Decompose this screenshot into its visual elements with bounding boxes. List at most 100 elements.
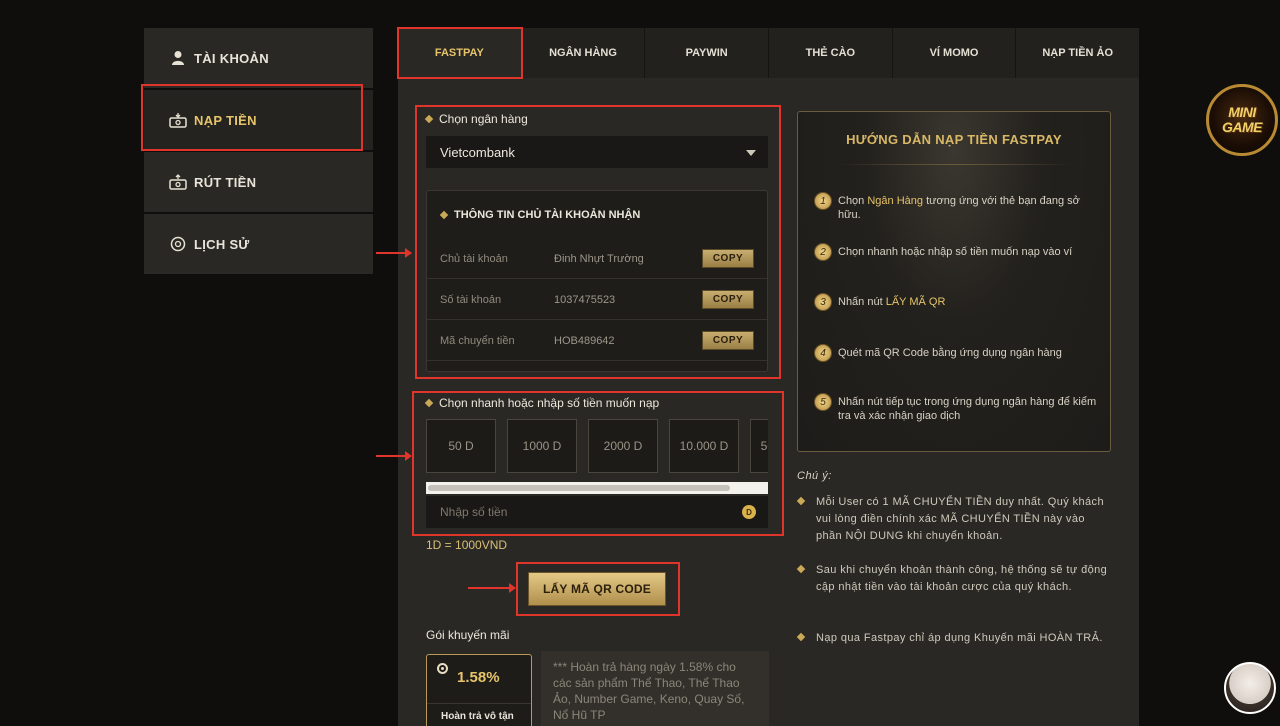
tab-paywin[interactable]: PAYWIN: [645, 28, 770, 78]
tab-virtual[interactable]: NẠP TIỀN ẢO: [1016, 28, 1139, 78]
deposit-icon: [168, 110, 188, 130]
bank-label-text: Chọn ngân hàng: [439, 112, 528, 126]
amount-option[interactable]: 50 D: [426, 419, 496, 473]
arrow-right-icon: [376, 248, 412, 258]
diamond-icon: [439, 210, 449, 220]
tab-fastpay[interactable]: FASTPAY: [398, 28, 522, 78]
guide-step: 1 Chọn Ngân Hàng tương ứng với thẻ bạn đ…: [814, 192, 1104, 222]
payment-tabs: FASTPAY NGÂN HÀNG PAYWIN THẺ CÀO VÍ MOMO…: [398, 28, 1139, 78]
step-number-icon: 1: [814, 192, 832, 210]
amount-option[interactable]: 10.000 D: [669, 419, 739, 473]
sidebar: TÀI KHOẢN NẠP TIỀN RÚT TIỀN LỊCH SỬ: [144, 28, 373, 276]
info-key: Chủ tài khoản: [440, 252, 508, 265]
info-value: HOB489642: [554, 334, 615, 347]
amount-option[interactable]: 1000 D: [507, 419, 577, 473]
note-item: Nạp qua Fastpay chỉ áp dụng Khuyến mãi H…: [796, 630, 1112, 647]
guide-step: 3 Nhấn nút LẤY MÃ QR: [814, 293, 1104, 311]
bank-selected-value: Vietcombank: [440, 144, 515, 160]
bank-select[interactable]: Vietcombank: [426, 136, 768, 168]
deposit-panel: Chọn ngân hàng Vietcombank THÔNG TIN CHỦ…: [398, 78, 1139, 726]
diamond-icon: [424, 398, 434, 408]
tab-momo[interactable]: VÍ MOMO: [893, 28, 1017, 78]
bank-section-label: Chọn ngân hàng: [424, 112, 528, 126]
account-info-title-text: THÔNG TIN CHỦ TÀI KHOẢN NHẬN: [454, 209, 641, 221]
coin-icon: D: [742, 505, 756, 519]
amount-option[interactable]: 2000 D: [588, 419, 658, 473]
user-icon: [168, 48, 188, 68]
sidebar-item-label: NẠP TIỀN: [194, 112, 257, 128]
diamond-icon: [796, 632, 806, 642]
fastpay-guide: HƯỚNG DẪN NẠP TIỀN FASTPAY 1 Chọn Ngân H…: [797, 111, 1111, 452]
withdraw-icon: [168, 172, 188, 192]
promo-label: Gói khuyến mãi: [426, 628, 510, 642]
amount-scrollbar[interactable]: [426, 482, 768, 494]
tab-bank[interactable]: NGÂN HÀNG: [522, 28, 646, 78]
amount-options: 50 D 1000 D 2000 D 10.000 D 50.000 D: [426, 419, 768, 473]
info-row-transfer-code: Mã chuyển tiền HOB489642 COPY: [427, 321, 767, 361]
get-qr-code-button[interactable]: LẤY MÃ QR CODE: [528, 572, 666, 606]
step-text: Nhấn nút tiếp tục trong ứng dụng ngân hà…: [838, 396, 1097, 422]
promo-card[interactable]: 1.58% Hoàn trả vô tận: [426, 654, 532, 726]
info-value: 1037475523: [554, 293, 616, 306]
amount-label-text: Chọn nhanh hoặc nhập số tiền muốn nạp: [439, 396, 660, 410]
amount-option[interactable]: 50.000 D: [750, 419, 768, 473]
step-number-icon: 5: [814, 393, 832, 411]
diamond-icon: [796, 496, 806, 506]
radio-selected-icon[interactable]: [437, 663, 448, 674]
step-number-icon: 4: [814, 344, 832, 362]
note-text: Sau khi chuyển khoản thành công, hệ thốn…: [816, 564, 1108, 593]
note-item: Sau khi chuyển khoản thành công, hệ thốn…: [796, 562, 1112, 596]
sidebar-item-withdraw[interactable]: RÚT TIỀN: [144, 152, 373, 212]
account-info-title: THÔNG TIN CHỦ TÀI KHOẢN NHẬN: [439, 209, 641, 221]
sidebar-item-label: RÚT TIỀN: [194, 174, 257, 190]
notes-title: Chú ý:: [797, 470, 832, 482]
promo-percent: 1.58%: [457, 669, 500, 686]
chevron-down-icon: [746, 150, 756, 156]
promo-name: Hoàn trả vô tận: [441, 711, 514, 722]
guide-title: HƯỚNG DẪN NẠP TIỀN FASTPAY: [846, 132, 1062, 147]
arrow-right-icon: [376, 451, 412, 461]
guide-divider: [838, 164, 1072, 165]
amount-input[interactable]: [440, 505, 720, 519]
note-text: Nạp qua Fastpay chỉ áp dụng Khuyến mãi H…: [816, 632, 1103, 644]
guide-step: 5 Nhấn nút tiếp tục trong ứng dụng ngân …: [814, 393, 1104, 423]
copy-owner-button[interactable]: COPY: [702, 249, 754, 268]
sidebar-item-label: LỊCH SỬ: [194, 236, 250, 252]
scrollbar-thumb[interactable]: [428, 485, 730, 491]
info-row-account-number: Số tài khoản 1037475523 COPY: [427, 280, 767, 320]
sidebar-item-label: TÀI KHOẢN: [194, 50, 269, 66]
sidebar-item-history[interactable]: LỊCH SỬ: [144, 214, 373, 274]
step-number-icon: 3: [814, 293, 832, 311]
step-text: Chọn Ngân Hàng tương ứng với thẻ bạn đan…: [838, 195, 1080, 221]
sidebar-item-account[interactable]: TÀI KHOẢN: [144, 28, 373, 88]
guide-step: 2 Chọn nhanh hoặc nhập số tiền muốn nạp …: [814, 243, 1104, 261]
amount-section-label: Chọn nhanh hoặc nhập số tiền muốn nạp: [424, 396, 660, 410]
guide-step: 4 Quét mã QR Code bằng ứng dụng ngân hàn…: [814, 344, 1104, 362]
diamond-icon: [796, 564, 806, 574]
minigame-logo[interactable]: MINI GAME: [1206, 84, 1278, 156]
info-key: Số tài khoản: [440, 293, 502, 306]
tab-card[interactable]: THẺ CÀO: [769, 28, 893, 78]
arrow-right-icon: [468, 583, 516, 593]
account-info-box: THÔNG TIN CHỦ TÀI KHOẢN NHẬN Chủ tài kho…: [426, 190, 768, 372]
copy-account-number-button[interactable]: COPY: [702, 290, 754, 309]
note-text: Mỗi User có 1 MÃ CHUYỂN TIỀN duy nhất. Q…: [816, 496, 1104, 542]
step-text: Quét mã QR Code bằng ứng dụng ngân hàng: [838, 347, 1062, 359]
info-value: Đinh Nhựt Trường: [554, 252, 644, 265]
diamond-icon: [424, 114, 434, 124]
logo-text-line1: MINI: [1228, 104, 1256, 120]
info-row-owner: Chủ tài khoản Đinh Nhựt Trường COPY: [427, 239, 767, 279]
amount-input-wrap: D: [426, 496, 768, 528]
copy-transfer-code-button[interactable]: COPY: [702, 331, 754, 350]
history-icon: [168, 234, 188, 254]
sidebar-item-deposit[interactable]: NẠP TIỀN: [144, 90, 373, 150]
step-text: Nhấn nút LẤY MÃ QR: [838, 296, 946, 308]
promo-divider: [427, 703, 531, 704]
step-number-icon: 2: [814, 243, 832, 261]
info-key: Mã chuyển tiền: [440, 334, 515, 347]
support-avatar[interactable]: [1224, 662, 1276, 714]
logo-text-line2: GAME: [1222, 119, 1263, 135]
promo-description: *** Hoàn trả hàng ngày 1.58% cho các sản…: [541, 651, 769, 726]
note-item: Mỗi User có 1 MÃ CHUYỂN TIỀN duy nhất. Q…: [796, 494, 1112, 545]
step-text: Chọn nhanh hoặc nhập số tiền muốn nạp và…: [838, 246, 1073, 258]
